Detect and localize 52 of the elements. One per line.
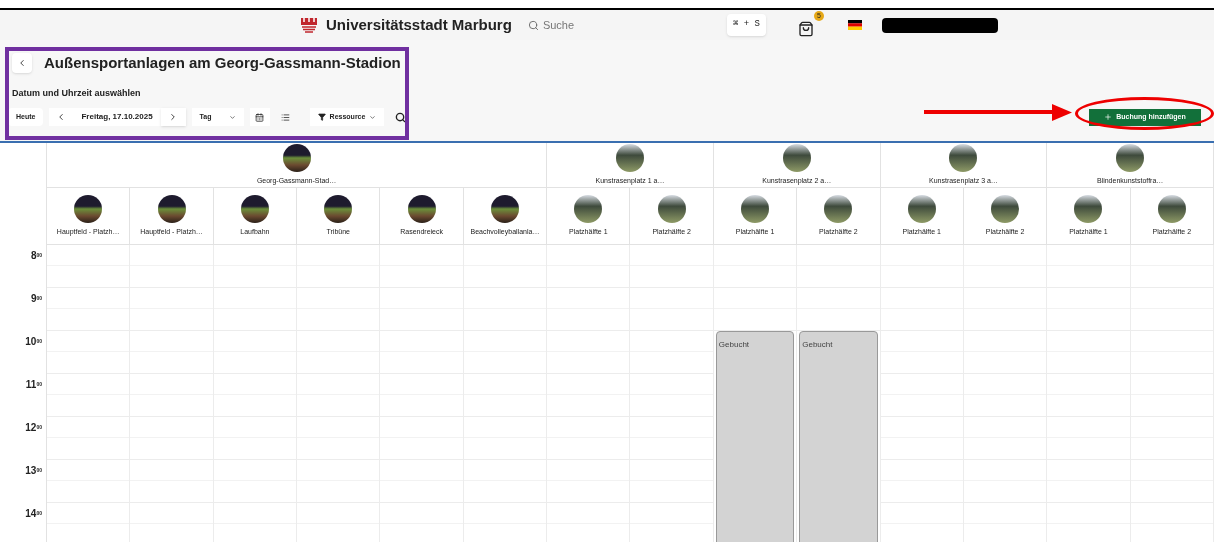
date-display: Freitag, 17.10.2025 (73, 108, 161, 126)
caret-icon (228, 113, 236, 121)
plus-icon (1104, 113, 1113, 121)
photo-placeholder (74, 194, 103, 223)
photo-placeholder (1116, 143, 1145, 172)
caret-icon (369, 113, 377, 121)
booking-block[interactable]: Gebucht (799, 331, 878, 542)
photo-placeholder (157, 194, 186, 223)
photo-placeholder (657, 194, 686, 223)
photo-placeholder (1157, 194, 1186, 223)
photo-placeholder (240, 194, 269, 223)
photo-placeholder (824, 194, 853, 223)
photo-placeholder (991, 194, 1020, 223)
hour-label: 14$^{00}$ (25, 509, 42, 521)
site-title: Universitätsstadt Marburg (326, 14, 512, 35)
page-title: Außensportanlagen am Georg-Gassmann-Stadion (44, 53, 401, 73)
photo-placeholder (616, 143, 644, 172)
photo-placeholder (324, 194, 353, 223)
photo-placeholder (949, 143, 978, 172)
hour-label: 9$^{00}$ (30, 294, 42, 306)
hour-label: 10$^{00}$ (25, 337, 42, 349)
hour-label: 8$^{00}$ (30, 251, 42, 263)
booking-block[interactable]: Gebucht (715, 331, 795, 542)
photo-placeholder (741, 194, 769, 223)
calendar-icon (255, 112, 265, 122)
calendar-view-button[interactable] (249, 108, 270, 126)
booking-label: Gebucht (802, 340, 833, 349)
photo-placeholder (782, 143, 811, 172)
photo-placeholder (1074, 194, 1103, 223)
photo-placeholder (574, 194, 603, 223)
photo-placeholder (907, 194, 936, 223)
photo-placeholder (407, 194, 436, 223)
previous-day-button[interactable] (49, 108, 74, 126)
hour-label: 13$^{00}$ (25, 466, 42, 478)
hour-label: 11$^{00}$ (25, 380, 42, 392)
shortcut-key: ⌘ + S (726, 14, 766, 36)
search-field[interactable]: Suche (542, 16, 713, 34)
back-button[interactable] (12, 53, 32, 74)
list-icon (281, 112, 291, 122)
section-label: Datum und Uhrzeit auswählen (12, 86, 142, 100)
logo-icon (300, 16, 318, 34)
search-icon (527, 19, 539, 31)
bag-icon (797, 21, 814, 37)
german-flag-icon[interactable] (847, 20, 862, 30)
search-icon (394, 111, 406, 123)
filter-icon (317, 113, 326, 121)
chevron-left-icon (17, 58, 27, 69)
hour-label: 12$^{00}$ (25, 423, 42, 435)
photo-placeholder (282, 143, 311, 172)
booking-label: Gebucht (718, 340, 750, 349)
next-day-button[interactable] (160, 108, 186, 126)
photo-placeholder (490, 194, 519, 223)
